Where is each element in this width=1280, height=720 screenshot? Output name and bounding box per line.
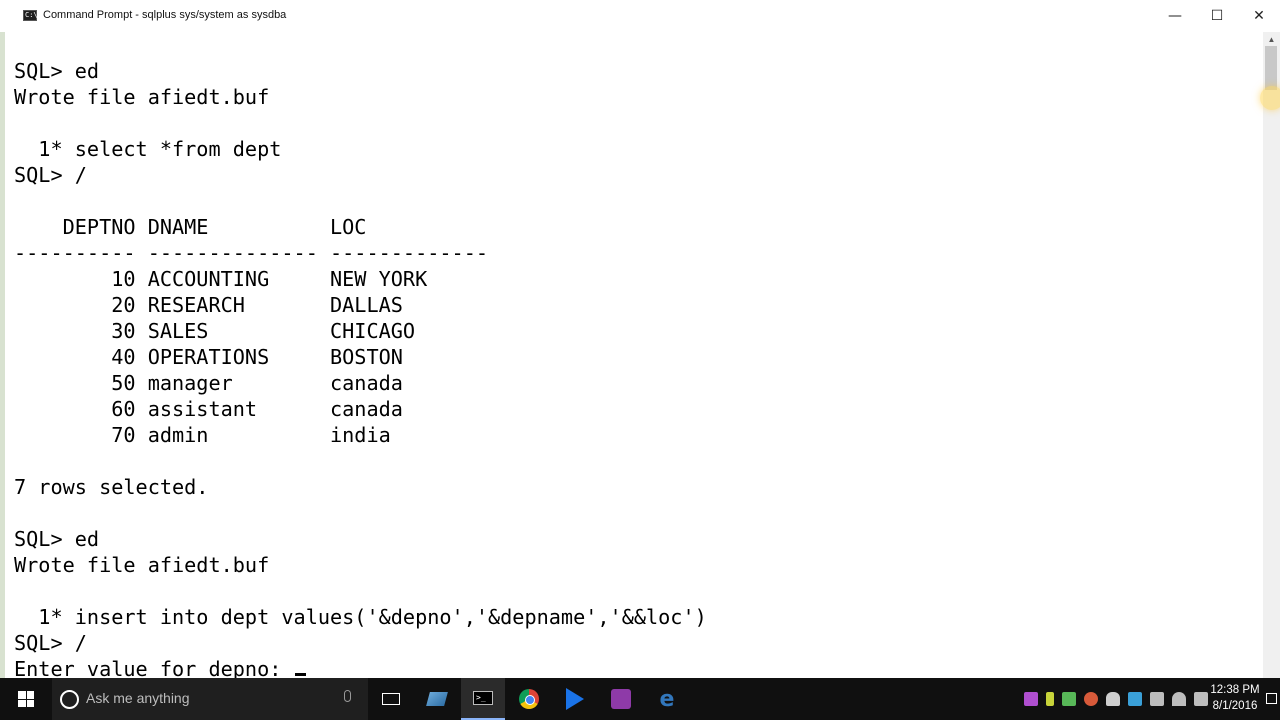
action-center-icon[interactable] [1266, 693, 1277, 704]
console-line: 1* select *from dept [14, 137, 282, 161]
console-line: 7 rows selected. [14, 475, 209, 499]
console-line: 30 SALES CHICAGO [14, 319, 416, 343]
console-line: 50 manager canada [14, 371, 403, 395]
tray-red-icon[interactable] [1084, 692, 1098, 706]
console-line: 1* insert into dept values('&depno','&de… [14, 605, 707, 629]
console-line: Wrote file afiedt.buf [14, 553, 270, 577]
volume-icon[interactable] [1194, 692, 1208, 706]
console-line: ---------- -------------- ------------- [14, 241, 489, 265]
console-line: SQL> / [14, 163, 87, 187]
taskbar-edge[interactable]: e [645, 678, 689, 720]
power-icon[interactable] [1150, 692, 1164, 706]
taskbar-video-app[interactable] [599, 678, 643, 720]
tray-blue-icon[interactable] [1128, 692, 1142, 706]
command-prompt-window: C:\ Command Prompt - sqlplus sys/system … [0, 0, 1280, 678]
console-line: 40 OPERATIONS BOSTON [14, 345, 403, 369]
windows-icon [18, 691, 34, 707]
console-line: DEPTNO DNAME LOC [14, 215, 367, 239]
console-line: Wrote file afiedt.buf [14, 85, 270, 109]
vertical-scrollbar[interactable]: ▲ [1263, 32, 1280, 678]
console-prompt: Enter value for depno: [14, 657, 294, 678]
wifi-icon[interactable] [1172, 692, 1186, 706]
console-line: SQL> / [14, 631, 87, 655]
taskbar-file-explorer[interactable] [415, 678, 459, 720]
console-line: SQL> ed [14, 527, 100, 551]
clock-date: 8/1/2016 [1212, 700, 1258, 712]
clock-time: 12:38 PM [1210, 684, 1260, 696]
system-tray [1024, 678, 1208, 720]
console-line: 20 RESEARCH DALLAS [14, 293, 403, 317]
task-view-icon [382, 693, 400, 705]
onedrive-icon[interactable] [1106, 692, 1120, 706]
cortana-search-box[interactable]: Ask me anything [52, 678, 368, 720]
taskbar-media-player[interactable] [553, 678, 597, 720]
microphone-icon[interactable] [344, 690, 351, 702]
minimize-button[interactable]: — [1152, 0, 1198, 32]
tray-app-icon[interactable] [1024, 692, 1038, 706]
tray-green-icon[interactable] [1062, 692, 1076, 706]
close-button[interactable]: ✕ [1236, 0, 1280, 32]
cortana-icon [60, 690, 79, 709]
taskbar-command-prompt[interactable]: >_ [461, 678, 505, 720]
console-line: SQL> ed [14, 59, 100, 83]
cmd-window-icon[interactable]: C:\ [23, 10, 38, 21]
text-cursor [294, 673, 306, 676]
battery-icon[interactable] [1046, 692, 1054, 706]
taskbar: Ask me anything >_ e 12:38 PM 8/1/2016 [0, 678, 1280, 720]
file-explorer-icon [426, 692, 448, 706]
scroll-thumb[interactable] [1265, 46, 1277, 90]
console-line: 10 ACCOUNTING NEW YORK [14, 267, 428, 291]
window-edge [0, 32, 5, 678]
console-prompt-line[interactable]: Enter value for depno: [14, 656, 1260, 678]
title-bar[interactable]: C:\ Command Prompt - sqlplus sys/system … [0, 0, 1280, 32]
scroll-up-icon[interactable]: ▲ [1263, 32, 1280, 46]
video-app-icon [611, 689, 631, 709]
console-line: 60 assistant canada [14, 397, 403, 421]
media-player-icon [566, 688, 584, 710]
console-output[interactable]: SQL> ed Wrote file afiedt.buf 1* select … [14, 58, 1260, 678]
window-title: Command Prompt - sqlplus sys/system as s… [43, 9, 287, 21]
cursor-highlight-icon [1260, 86, 1280, 110]
search-placeholder: Ask me anything [86, 690, 190, 706]
clock[interactable]: 12:38 PM 8/1/2016 [1207, 682, 1263, 714]
command-prompt-icon: >_ [473, 691, 493, 705]
chrome-icon [519, 689, 539, 709]
taskbar-chrome[interactable] [507, 678, 551, 720]
edge-icon: e [659, 686, 675, 712]
start-button[interactable] [0, 678, 52, 720]
task-view-button[interactable] [369, 678, 413, 720]
maximize-button[interactable]: ☐ [1194, 0, 1240, 32]
console-line: 70 admin india [14, 423, 391, 447]
